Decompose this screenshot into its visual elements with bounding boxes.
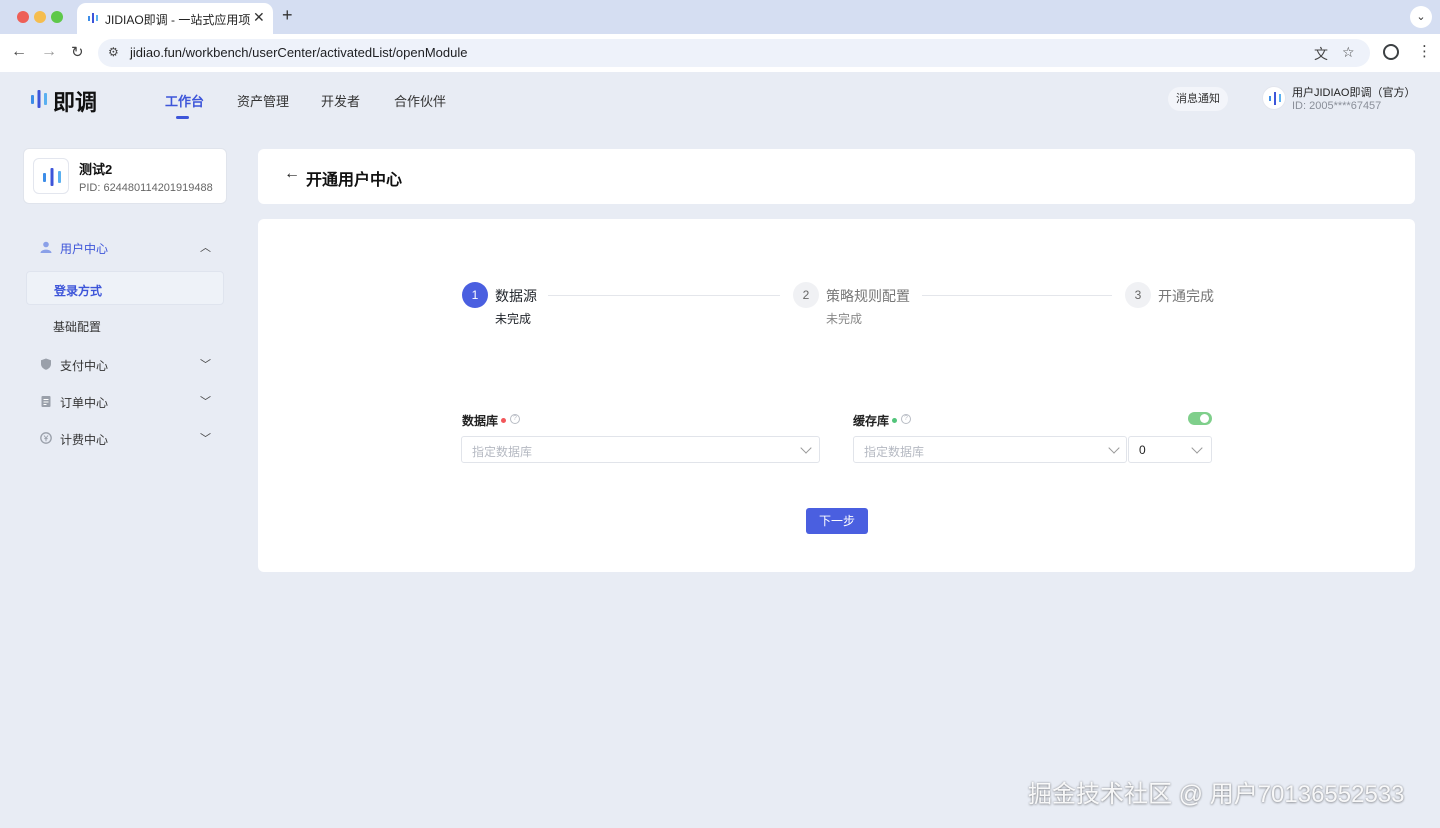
tab-search-chevron-icon[interactable]: ⌄ <box>1410 6 1432 28</box>
translate-icon[interactable]: 文 <box>1314 44 1328 64</box>
project-name: 测试2 <box>79 162 113 177</box>
back-arrow-icon[interactable]: ← <box>284 165 300 183</box>
nav-active-indicator <box>176 116 189 119</box>
jidiao-favicon-icon <box>88 13 98 23</box>
user-name[interactable]: 用户JIDIAO即调（官方） <box>1292 84 1415 100</box>
step-2-status: 未完成 <box>826 312 863 326</box>
chevron-down-icon <box>1108 442 1120 454</box>
chevron-down-icon <box>1191 442 1203 454</box>
nav-workbench[interactable]: 工作台 <box>165 91 204 110</box>
jidiao-avatar-icon <box>1269 92 1281 105</box>
required-dot <box>501 418 506 423</box>
app-header: 即调 工作台 资产管理 开发者 合作伙伴 消息通知 用户JIDIAO即调（官方）… <box>0 72 1440 132</box>
step-connector <box>922 295 1112 296</box>
browser-toolbar: ← → ↻ ⚙ jidiao.fun/workbench/userCenter/… <box>0 34 1440 72</box>
currency-icon <box>40 432 52 444</box>
sidebar-group-label: 用户中心 <box>60 242 109 256</box>
browser-menu-icon[interactable]: ⋮ <box>1417 42 1432 60</box>
jidiao-project-icon <box>43 168 61 186</box>
forward-icon[interactable]: → <box>41 43 57 61</box>
user-id: ID: 2005****67457 <box>1292 100 1382 112</box>
sidebar-group-label: 订单中心 <box>60 396 109 410</box>
cache-database-select[interactable]: 指定数据库 <box>853 436 1127 463</box>
project-card[interactable]: 测试2 PID: 624480114201919488 <box>23 148 227 204</box>
step-1-status: 未完成 <box>495 312 532 326</box>
database-select-placeholder: 指定数据库 <box>472 445 533 459</box>
project-icon <box>33 158 69 194</box>
step-1-indicator: 1 <box>462 282 488 308</box>
browser-tab-bar: JIDIAO即调 - 一站式应用项目管理平台 ✕ + ⌄ <box>0 0 1440 34</box>
jidiao-logo-icon <box>31 90 47 108</box>
sidebar-item-label: 登录方式 <box>54 284 103 298</box>
cache-enable-toggle[interactable] <box>1188 412 1212 425</box>
nav-developer[interactable]: 开发者 <box>321 91 360 110</box>
back-icon[interactable]: ← <box>11 43 27 61</box>
logo-text: 即调 <box>53 90 98 115</box>
new-tab-button[interactable]: + <box>282 5 293 26</box>
cache-select-placeholder: 指定数据库 <box>864 445 925 459</box>
status-dot <box>892 418 897 423</box>
browser-tab[interactable]: JIDIAO即调 - 一站式应用项目管理平台 ✕ <box>77 3 273 34</box>
database-select[interactable]: 指定数据库 <box>461 436 820 463</box>
sidebar-group-label: 支付中心 <box>60 359 109 373</box>
help-icon[interactable]: ? <box>510 414 520 424</box>
url-text[interactable]: jidiao.fun/workbench/userCenter/activate… <box>130 45 468 60</box>
address-bar[interactable]: ⚙ jidiao.fun/workbench/userCenter/activa… <box>98 39 1370 67</box>
close-tab-icon[interactable]: ✕ <box>253 9 265 26</box>
page-title: 开通用户中心 <box>306 172 403 189</box>
profile-icon[interactable] <box>1383 44 1399 60</box>
sidebar-item-label: 基础配置 <box>53 320 102 334</box>
close-window-button[interactable] <box>17 11 29 23</box>
sidebar-group-user-center[interactable]: 用户中心 ︿ <box>36 237 216 259</box>
shield-icon <box>41 358 51 370</box>
tab-title: JIDIAO即调 - 一站式应用项目管理平台 <box>105 13 251 27</box>
step-2-title: 策略规则配置 <box>826 288 910 304</box>
maximize-window-button[interactable] <box>51 11 63 23</box>
next-step-button[interactable]: 下一步 <box>806 508 868 534</box>
toggle-knob <box>1200 414 1209 423</box>
step-2-indicator: 2 <box>793 282 819 308</box>
chevron-down-icon: ﹀ <box>200 396 211 408</box>
project-pid: PID: 624480114201919488 <box>79 182 213 194</box>
sidebar-group-billing-center[interactable]: 计费中心 ﹀ <box>36 428 216 450</box>
sidebar-group-order-center[interactable]: 订单中心 ﹀ <box>36 391 216 413</box>
cache-index-value: 0 <box>1139 443 1146 457</box>
user-icon <box>40 241 52 253</box>
nav-partners[interactable]: 合作伙伴 <box>394 91 446 110</box>
minimize-window-button[interactable] <box>34 11 46 23</box>
sidebar-item-basic-config[interactable]: 基础配置 <box>26 308 224 342</box>
step-3-indicator: 3 <box>1125 282 1151 308</box>
chevron-down-icon: ﹀ <box>200 359 211 371</box>
cache-index-select[interactable]: 0 <box>1128 436 1212 463</box>
step-3-title: 开通完成 <box>1158 288 1214 304</box>
bookmark-star-icon[interactable]: ☆ <box>1342 44 1355 61</box>
sidebar-item-login-methods[interactable]: 登录方式 <box>26 271 224 305</box>
watermark-text: 掘金技术社区 @ 用户70136552533 <box>1028 781 1405 808</box>
site-settings-icon[interactable]: ⚙ <box>108 45 119 59</box>
sidebar-group-payment-center[interactable]: 支付中心 ﹀ <box>36 354 216 376</box>
clipboard-icon <box>41 396 51 407</box>
sidebar-group-label: 计费中心 <box>60 433 109 447</box>
page-header-card: ← 开通用户中心 <box>258 149 1415 204</box>
database-label: 数据库 <box>462 414 499 428</box>
step-connector <box>548 295 780 296</box>
chevron-up-icon: ︿ <box>200 242 211 254</box>
notifications-button[interactable]: 消息通知 <box>1168 87 1228 111</box>
step-1-title: 数据源 <box>495 288 537 304</box>
cache-label: 缓存库 <box>853 414 890 428</box>
chevron-down-icon: ﹀ <box>200 433 211 445</box>
nav-assets[interactable]: 资产管理 <box>237 91 289 110</box>
avatar[interactable] <box>1262 86 1286 110</box>
reload-icon[interactable]: ↻ <box>71 43 84 61</box>
chevron-down-icon <box>800 442 812 454</box>
help-icon[interactable]: ? <box>901 414 911 424</box>
